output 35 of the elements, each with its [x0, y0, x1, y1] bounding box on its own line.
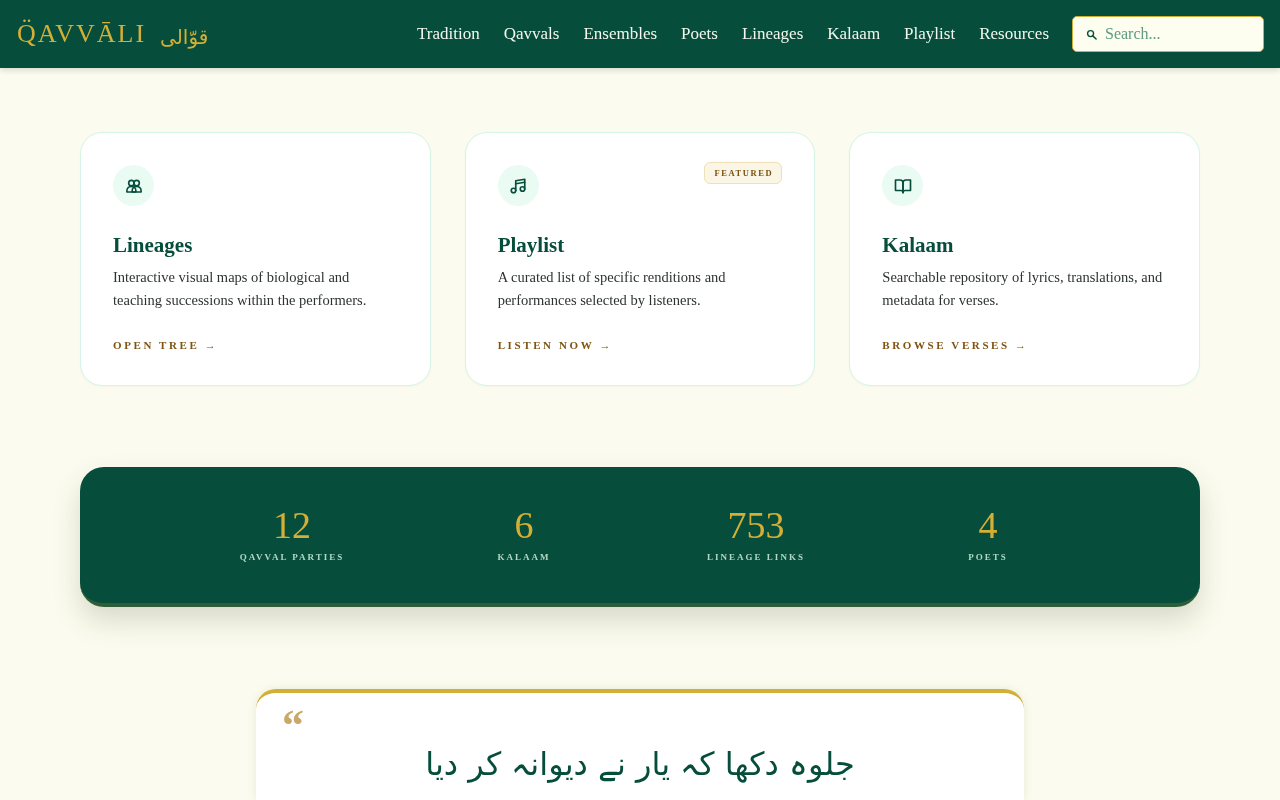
stat-label: QAVVAL PARTIES: [239, 551, 345, 563]
card-link[interactable]: LISTEN NOW →: [497, 338, 613, 352]
search-icon: [1086, 29, 1097, 40]
card-description: Interactive visual maps of biological and teaching successions within the performers.: [113, 268, 368, 310]
nav-link[interactable]: Playlist: [904, 22, 956, 46]
card-title: Kalaam: [882, 232, 954, 259]
stat-value: 12: [273, 503, 311, 547]
card-description: A curated list of specific renditions and performances selected by listeners.: [497, 268, 727, 310]
logo-urdu-wordmark[interactable]: قوّالی: [160, 22, 209, 52]
stat-label: POETS: [968, 551, 1008, 563]
two-people-icon: [113, 165, 154, 206]
stat-label: KALAAM: [497, 551, 551, 563]
search-field[interactable]: Search...: [1072, 16, 1264, 52]
stat-value: 753: [727, 503, 785, 547]
nav-link[interactable]: Ensembles: [583, 22, 658, 46]
card-link[interactable]: BROWSE VERSES →: [882, 338, 1029, 352]
stat-value: 4: [978, 503, 998, 547]
urdu-verse: جلوہ دکھا کہ یار نے دیوانہ کر دیا: [425, 744, 855, 785]
open-book-icon: [882, 165, 924, 206]
quote-mark: “: [282, 711, 304, 737]
nav-link[interactable]: Kalaam: [827, 22, 881, 46]
featured-badge: FEATURED: [704, 162, 783, 184]
logo-wordmark[interactable]: Q̈AVVĀLI: [17, 18, 147, 50]
card-link[interactable]: OPEN TREE →: [113, 338, 219, 352]
stat-label: LINEAGE LINKS: [707, 551, 805, 563]
card-description: Searchable repository of lyrics, translations, and metadata for verses.: [882, 268, 1164, 310]
stat-value: 6: [514, 503, 534, 547]
card-title: Lineages: [113, 232, 193, 259]
nav-link[interactable]: Poets: [681, 22, 718, 46]
nav-link[interactable]: Tradition: [417, 22, 480, 46]
nav-link[interactable]: Lineages: [741, 22, 804, 46]
music-notes-icon: [497, 165, 539, 206]
nav-link[interactable]: Qavvals: [503, 22, 560, 46]
card-title: Playlist: [497, 232, 565, 259]
nav-link[interactable]: Resources: [979, 22, 1049, 46]
